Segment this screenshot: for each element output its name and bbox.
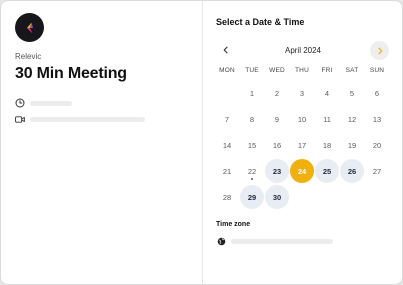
picker-title: Select a Date & Time — [216, 17, 305, 27]
globe-icon — [216, 236, 226, 246]
location-placeholder — [30, 116, 145, 122]
date-picker-panel: Select a Date & Time April 2024 MON TUE WE… — [203, 1, 402, 284]
unavailable-date: 7 — [215, 107, 239, 131]
unavailable-date: 3 — [290, 81, 314, 105]
clock-icon — [15, 98, 25, 108]
date-number: 30 — [272, 192, 282, 202]
unavailable-date: 15 — [240, 133, 264, 157]
date-number: 22 — [247, 166, 257, 176]
available-date[interactable]: 25 — [315, 159, 339, 183]
date-number: 28 — [222, 192, 232, 202]
month-label: April 2024 — [284, 46, 322, 55]
unavailable-date: 16 — [265, 133, 289, 157]
date-number: 10 — [297, 114, 307, 124]
unavailable-date: 4 — [315, 81, 339, 105]
duration-row — [15, 98, 72, 108]
date-number: 5 — [349, 88, 355, 98]
next-month-button[interactable] — [370, 41, 389, 60]
timezone-selector[interactable] — [216, 236, 333, 246]
unavailable-date: 17 — [290, 133, 314, 157]
date-number: 6 — [374, 88, 380, 98]
unavailable-date: 8 — [240, 107, 264, 131]
weekday-label: FRI — [321, 67, 333, 74]
date-number: 26 — [347, 166, 357, 176]
unavailable-date: 21 — [215, 159, 239, 183]
date-number: 19 — [347, 140, 357, 150]
weekday-label: MON — [219, 67, 235, 74]
date-number: 27 — [372, 166, 382, 176]
weekday-label: TUE — [245, 67, 259, 74]
unavailable-date: 10 — [290, 107, 314, 131]
date-number: 24 — [297, 166, 307, 176]
available-date[interactable]: 30 — [265, 185, 289, 209]
unavailable-date: 18 — [315, 133, 339, 157]
date-number: 3 — [299, 88, 305, 98]
date-number: 2 — [274, 88, 280, 98]
weekday-label: SUN — [369, 67, 385, 74]
unavailable-date: 6 — [365, 81, 389, 105]
date-number: 17 — [297, 140, 307, 150]
available-date[interactable]: 29 — [240, 185, 264, 209]
date-number: 15 — [247, 140, 257, 150]
booking-card: Relevic 30 Min Meeting Select a Date & T… — [0, 0, 403, 285]
date-number: 11 — [323, 114, 331, 124]
unavailable-date: 20 — [365, 133, 389, 157]
date-number: 7 — [224, 114, 230, 124]
date-number: 13 — [372, 114, 382, 124]
timezone-label: Time zone — [216, 221, 251, 228]
date-number: 16 — [272, 140, 282, 150]
previous-month-button[interactable] — [217, 41, 235, 59]
unavailable-date: 1 — [240, 81, 264, 105]
date-number: 1 — [249, 88, 255, 98]
date-number: 25 — [322, 166, 332, 176]
weekday-label: SAT — [345, 67, 359, 74]
date-number: 4 — [324, 88, 330, 98]
date-number: 23 — [272, 166, 282, 176]
date-number: 18 — [322, 140, 332, 150]
unavailable-date: 12 — [340, 107, 364, 131]
duration-placeholder — [30, 100, 72, 106]
unavailable-date: 9 — [265, 107, 289, 131]
selected-date[interactable]: 24 — [290, 159, 314, 183]
host-name: Relevic — [15, 52, 42, 61]
unavailable-date: 27 — [365, 159, 389, 183]
video-camera-icon — [15, 114, 25, 124]
weekday-label: THU — [295, 67, 309, 74]
available-date[interactable]: 26 — [340, 159, 364, 183]
date-number: 9 — [274, 114, 280, 124]
today-indicator — [251, 178, 253, 180]
unavailable-date: 19 — [340, 133, 364, 157]
chevron-left-icon — [223, 46, 228, 54]
host-avatar — [15, 13, 44, 42]
location-row — [15, 114, 145, 124]
today-date: 22 — [240, 159, 264, 183]
unavailable-date: 2 — [265, 81, 289, 105]
unavailable-date: 14 — [215, 133, 239, 157]
chevron-right-icon — [377, 47, 382, 54]
date-number: 14 — [222, 140, 232, 150]
unavailable-date: 5 — [340, 81, 364, 105]
event-title: 30 Min Meeting — [15, 65, 127, 82]
date-number: 21 — [222, 166, 232, 176]
relevic-logo-icon — [26, 22, 33, 33]
available-date[interactable]: 23 — [265, 159, 289, 183]
date-number: 12 — [347, 114, 357, 124]
event-details-panel: Relevic 30 Min Meeting — [1, 1, 203, 284]
unavailable-date: 11 — [315, 107, 339, 131]
date-number: 20 — [372, 140, 382, 150]
timezone-placeholder — [231, 238, 333, 244]
unavailable-date: 28 — [215, 185, 239, 209]
date-number: 29 — [247, 192, 257, 202]
date-number: 8 — [249, 114, 255, 124]
unavailable-date: 13 — [365, 107, 389, 131]
weekday-label: WED — [269, 67, 285, 74]
